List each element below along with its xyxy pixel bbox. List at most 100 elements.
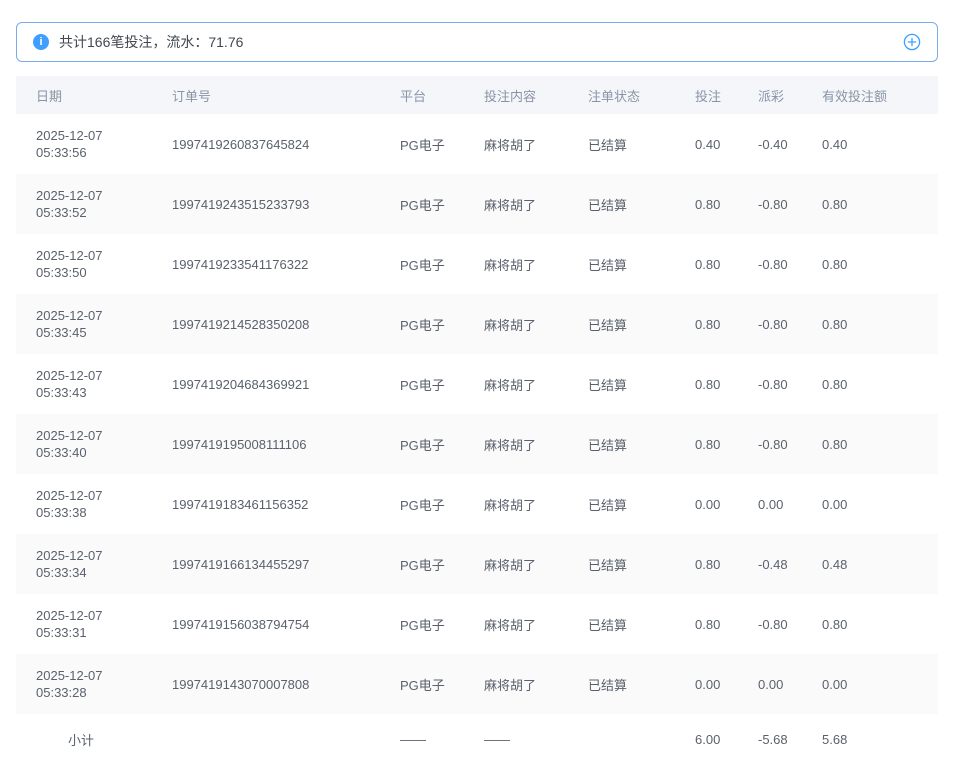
subtotal-payout: -5.68 [738, 714, 802, 764]
cell-bet: 0.80 [675, 534, 738, 594]
summary-text: 共计166笔投注，流水：71.76 [59, 32, 243, 52]
col-header-status: 注单状态 [568, 76, 675, 114]
cell-content: 麻将胡了 [464, 654, 568, 714]
subtotal-platform: —— [380, 714, 464, 764]
cell-valid: 0.48 [802, 534, 938, 594]
cell-platform: PG电子 [380, 414, 464, 474]
cell-order: 1997419260837645824 [152, 114, 380, 174]
cell-order: 1997419183461156352 [152, 474, 380, 534]
cell-platform: PG电子 [380, 534, 464, 594]
cell-platform: PG电子 [380, 114, 464, 174]
table-row: 2025-12-07 05:33:34 1997419166134455297 … [16, 534, 938, 594]
table-footer: 小计 —— —— 6.00 -5.68 5.68 [16, 714, 938, 764]
table-row: 2025-12-07 05:33:50 1997419233541176322 … [16, 234, 938, 294]
cell-payout: -0.80 [738, 354, 802, 414]
cell-payout: -0.80 [738, 414, 802, 474]
cell-bet: 0.00 [675, 654, 738, 714]
cell-status: 已结算 [568, 594, 675, 654]
cell-status: 已结算 [568, 114, 675, 174]
cell-platform: PG电子 [380, 654, 464, 714]
cell-date: 2025-12-07 05:33:45 [16, 294, 152, 354]
table-row: 2025-12-07 05:33:43 1997419204684369921 … [16, 354, 938, 414]
cell-bet: 0.00 [675, 474, 738, 534]
cell-status: 已结算 [568, 654, 675, 714]
col-header-bet: 投注 [675, 76, 738, 114]
cell-date: 2025-12-07 05:33:43 [16, 354, 152, 414]
subtotal-bet: 6.00 [675, 714, 738, 764]
cell-order: 1997419166134455297 [152, 534, 380, 594]
cell-order: 1997419243515233793 [152, 174, 380, 234]
cell-date: 2025-12-07 05:33:50 [16, 234, 152, 294]
cell-content: 麻将胡了 [464, 534, 568, 594]
table-row: 2025-12-07 05:33:45 1997419214528350208 … [16, 294, 938, 354]
cell-status: 已结算 [568, 234, 675, 294]
cell-payout: -0.80 [738, 174, 802, 234]
cell-date: 2025-12-07 05:33:56 [16, 114, 152, 174]
cell-valid: 0.80 [802, 174, 938, 234]
cell-bet: 0.80 [675, 354, 738, 414]
cell-order: 1997419204684369921 [152, 354, 380, 414]
subtotal-status [568, 714, 675, 764]
cell-bet: 0.40 [675, 114, 738, 174]
cell-order: 1997419156038794754 [152, 594, 380, 654]
table-row: 2025-12-07 05:33:31 1997419156038794754 … [16, 594, 938, 654]
cell-payout: -0.40 [738, 114, 802, 174]
cell-status: 已结算 [568, 534, 675, 594]
cell-content: 麻将胡了 [464, 294, 568, 354]
cell-status: 已结算 [568, 474, 675, 534]
subtotal-order [152, 714, 380, 764]
table-body: 2025-12-07 05:33:56 1997419260837645824 … [16, 114, 938, 714]
cell-platform: PG电子 [380, 234, 464, 294]
cell-date: 2025-12-07 05:33:34 [16, 534, 152, 594]
cell-bet: 0.80 [675, 234, 738, 294]
col-header-valid: 有效投注额 [802, 76, 938, 114]
cell-bet: 0.80 [675, 414, 738, 474]
col-header-platform: 平台 [380, 76, 464, 114]
cell-date: 2025-12-07 05:33:31 [16, 594, 152, 654]
table-row: 2025-12-07 05:33:52 1997419243515233793 … [16, 174, 938, 234]
cell-content: 麻将胡了 [464, 174, 568, 234]
cell-content: 麻将胡了 [464, 234, 568, 294]
cell-payout: 0.00 [738, 654, 802, 714]
cell-content: 麻将胡了 [464, 594, 568, 654]
col-header-content: 投注内容 [464, 76, 568, 114]
cell-bet: 0.80 [675, 174, 738, 234]
cell-platform: PG电子 [380, 294, 464, 354]
cell-order: 1997419195008111106 [152, 414, 380, 474]
cell-payout: -0.48 [738, 534, 802, 594]
cell-bet: 0.80 [675, 594, 738, 654]
cell-content: 麻将胡了 [464, 474, 568, 534]
cell-status: 已结算 [568, 354, 675, 414]
table-row: 2025-12-07 05:33:28 1997419143070007808 … [16, 654, 938, 714]
cell-platform: PG电子 [380, 474, 464, 534]
cell-payout: -0.80 [738, 594, 802, 654]
cell-platform: PG电子 [380, 594, 464, 654]
cell-platform: PG电子 [380, 354, 464, 414]
cell-bet: 0.80 [675, 294, 738, 354]
cell-date: 2025-12-07 05:33:40 [16, 414, 152, 474]
subtotal-label: 小计 [16, 714, 152, 764]
cell-order: 1997419143070007808 [152, 654, 380, 714]
cell-valid: 0.80 [802, 294, 938, 354]
subtotal-row: 小计 —— —— 6.00 -5.68 5.68 [16, 714, 938, 764]
cell-payout: -0.80 [738, 294, 802, 354]
table-row: 2025-12-07 05:33:40 1997419195008111106 … [16, 414, 938, 474]
subtotal-content: —— [464, 714, 568, 764]
cell-payout: -0.80 [738, 234, 802, 294]
cell-valid: 0.00 [802, 474, 938, 534]
plus-circle-icon[interactable] [903, 33, 921, 51]
cell-status: 已结算 [568, 174, 675, 234]
cell-status: 已结算 [568, 294, 675, 354]
cell-date: 2025-12-07 05:33:28 [16, 654, 152, 714]
col-header-payout: 派彩 [738, 76, 802, 114]
cell-valid: 0.00 [802, 654, 938, 714]
cell-content: 麻将胡了 [464, 354, 568, 414]
col-header-date: 日期 [16, 76, 152, 114]
cell-order: 1997419214528350208 [152, 294, 380, 354]
table-row: 2025-12-07 05:33:56 1997419260837645824 … [16, 114, 938, 174]
cell-content: 麻将胡了 [464, 414, 568, 474]
cell-content: 麻将胡了 [464, 114, 568, 174]
cell-order: 1997419233541176322 [152, 234, 380, 294]
cell-valid: 0.40 [802, 114, 938, 174]
cell-date: 2025-12-07 05:33:38 [16, 474, 152, 534]
